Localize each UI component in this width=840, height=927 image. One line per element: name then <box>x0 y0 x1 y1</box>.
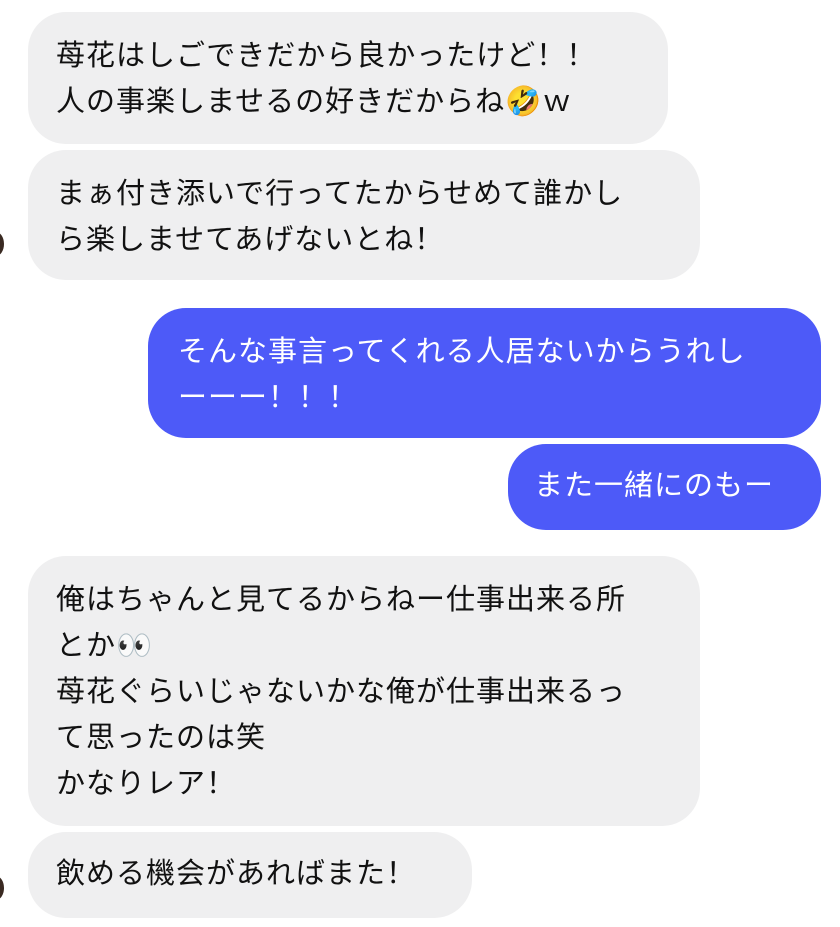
message-bubble-incoming: 苺花はしごできだから良かったけど！！ 人の事楽しませるの好きだからね🤣ｗ <box>28 12 668 144</box>
message-bubble-outgoing: また一緒にのもー <box>508 444 821 530</box>
message-bubble-outgoing: そんな事言ってくれる人居ないからうれし ーーー！！！ <box>148 308 821 438</box>
message-bubble-incoming: まぁ付き添いで行ってたからせめて誰かし ら楽しませてあげないとね！ <box>28 150 700 280</box>
sender-avatar[interactable] <box>0 232 4 256</box>
message-bubble-incoming: 俺はちゃんと見てるからねー仕事出来る所 とか👀 苺花ぐらいじゃないかな俺が仕事出… <box>28 556 700 826</box>
sender-avatar[interactable] <box>0 876 4 900</box>
message-bubble-incoming: 飲める機会があればまた！ <box>28 832 472 918</box>
